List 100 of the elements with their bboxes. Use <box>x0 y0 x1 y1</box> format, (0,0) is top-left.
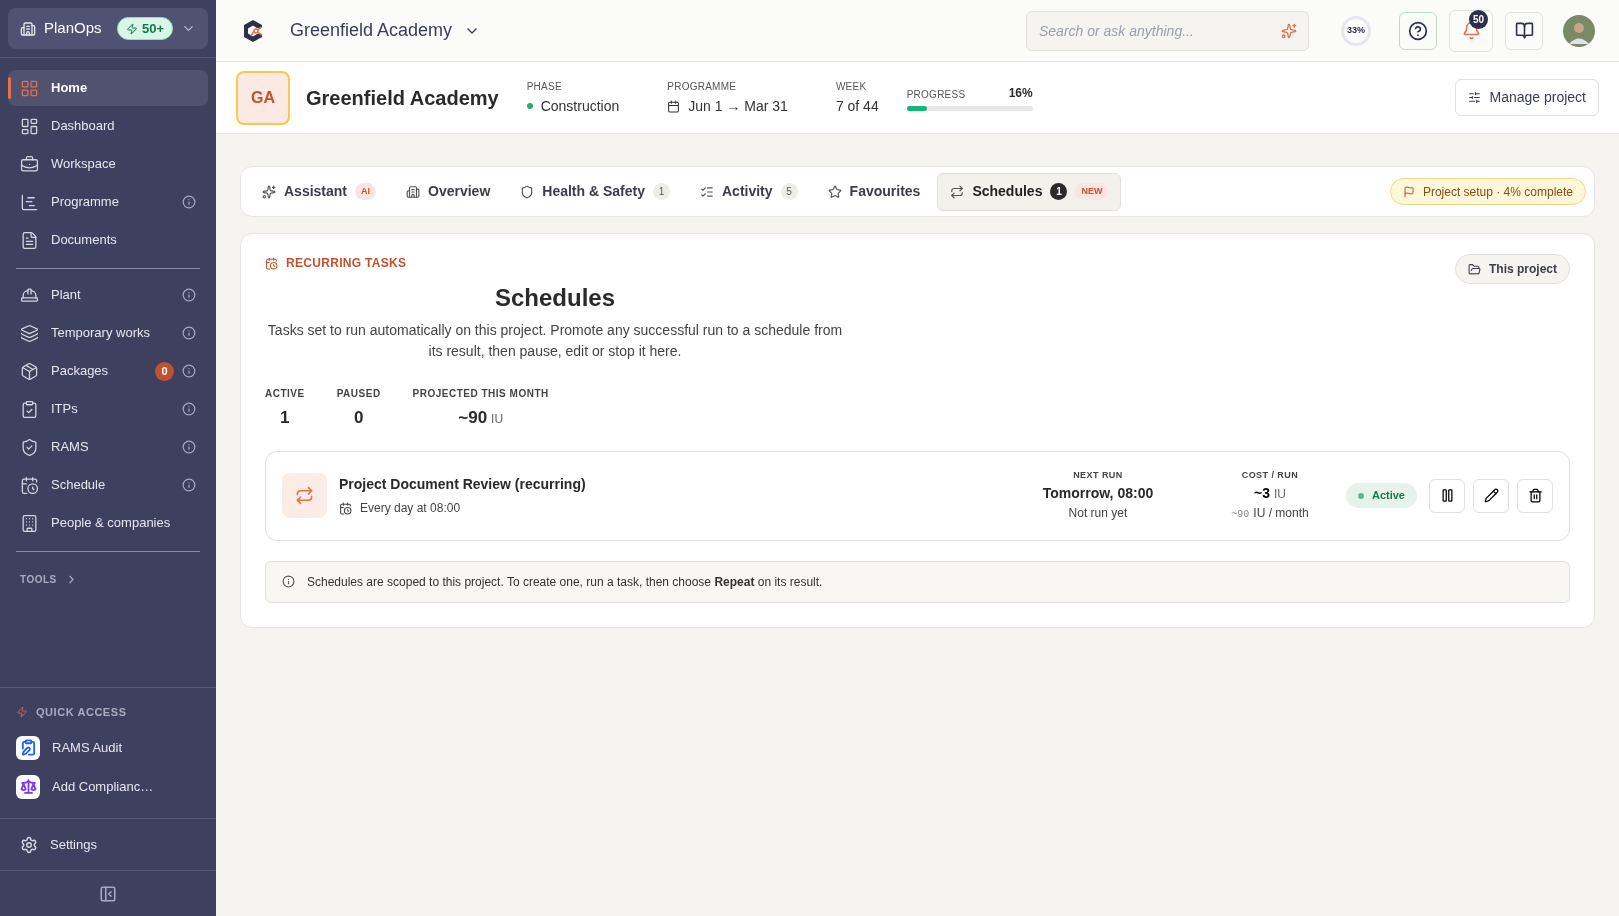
stat-unit: IU <box>491 411 504 428</box>
last-run-value: Not run yet <box>1068 504 1128 522</box>
setup-progress-pill[interactable]: Project setup · 4% complete <box>1389 178 1586 205</box>
info-icon <box>182 288 196 302</box>
folder-icon <box>1468 262 1481 276</box>
panel-description: Tasks set to run automatically on this project. Promote any successful run to a schedule from its result, then pause, edit or stop it here. <box>266 321 844 361</box>
quick-access-item[interactable]: Add Complianc… <box>12 767 204 806</box>
next-run-value: Tomorrow, 08:00 <box>1042 483 1154 503</box>
sidebar-item[interactable]: Schedule <box>8 467 208 503</box>
tab-count: 5 <box>780 183 798 200</box>
nav-icon <box>20 475 39 495</box>
info-icon <box>182 195 196 209</box>
building-icon <box>20 20 36 37</box>
notification-count: 50 <box>1469 9 1488 29</box>
sidebar-item[interactable]: Documents <box>8 222 208 258</box>
sidebar-item[interactable]: Programme <box>8 184 208 220</box>
nav-icon <box>20 399 39 419</box>
panel-title: Schedules <box>493 283 616 313</box>
delete-button[interactable] <box>1517 478 1553 513</box>
nav-icon <box>20 361 39 381</box>
cost-label: COST / RUN <box>1241 469 1299 483</box>
info-icon <box>182 326 196 340</box>
pause-icon <box>1439 488 1455 503</box>
tab[interactable]: Health & Safety 1 <box>507 172 683 211</box>
info-icon <box>182 440 196 454</box>
pencil-icon <box>1483 488 1499 503</box>
flag-icon <box>1402 185 1415 198</box>
tab-tag: AI <box>355 183 377 200</box>
programme-dates: Jun 1 → Mar 31 <box>667 95 788 117</box>
manage-project-button[interactable]: Manage project <box>1455 79 1599 116</box>
monthly-value: ~90 <box>1231 507 1250 522</box>
tab-icon <box>950 184 965 199</box>
quick-access-item[interactable]: RAMS Audit <box>12 728 204 767</box>
workspace-name: PlanOps <box>44 18 102 39</box>
stat-label: PAUSED <box>336 387 381 401</box>
nav-icon <box>20 230 39 250</box>
usage-ring: 33% <box>1341 15 1371 46</box>
scope-button[interactable]: This project <box>1455 254 1570 284</box>
phase-value: Construction <box>526 95 620 117</box>
week-value: 7 of 44 <box>835 96 879 116</box>
workspace-switcher[interactable]: PlanOps 50+ <box>8 8 208 49</box>
guide-button[interactable] <box>1505 11 1543 50</box>
tab-tag: NEW <box>1075 183 1109 200</box>
edit-button[interactable] <box>1473 478 1509 513</box>
calendar-clock-icon <box>265 256 278 270</box>
sidebar-item[interactable]: Plant <box>8 277 208 313</box>
lightning-icon <box>16 705 28 718</box>
stat-value: 0 <box>353 407 364 429</box>
tab-count: 1 <box>653 183 670 200</box>
sidebar-item[interactable]: Packages 0 <box>8 353 208 389</box>
nav-icon <box>20 323 39 343</box>
project-switcher[interactable]: Greenfield Academy <box>290 17 481 44</box>
tab[interactable]: Schedules 1 NEW <box>937 172 1122 211</box>
nav-icon <box>20 513 39 533</box>
tab-icon <box>827 184 842 199</box>
lightning-icon <box>125 22 138 35</box>
sidebar-item[interactable]: RAMS <box>8 429 208 465</box>
info-icon <box>182 478 196 492</box>
trash-icon <box>1527 488 1543 503</box>
bell-icon <box>1461 21 1481 40</box>
tab-count: 1 <box>1050 183 1068 200</box>
cost-value: ~3 <box>1254 483 1270 503</box>
pause-button[interactable] <box>1429 478 1465 513</box>
nav-icon <box>20 78 39 98</box>
stat-value: ~90 <box>458 407 488 429</box>
count-badge: 0 <box>155 361 174 381</box>
progress-reading: 16% <box>1008 85 1033 102</box>
tab[interactable]: Favourites <box>814 172 934 211</box>
project-title: Greenfield Academy <box>306 85 499 111</box>
calendar-icon <box>667 99 681 113</box>
nav-icon <box>20 192 39 212</box>
meta-label: PROGRAMME <box>667 79 738 94</box>
calendar-clock-icon <box>339 501 352 515</box>
sidebar-item[interactable]: Temporary works <box>8 315 208 351</box>
sidebar-item[interactable]: Workspace <box>8 146 208 182</box>
nav-icon <box>20 116 39 136</box>
tools-toggle[interactable]: TOOLS <box>8 572 208 587</box>
next-run-label: NEXT RUN <box>1073 469 1123 483</box>
schedule-cadence: Every day at 08:00 <box>339 499 586 517</box>
tab-icon <box>262 184 276 199</box>
nav-icon <box>20 154 39 174</box>
sidebar-item[interactable]: Dashboard <box>8 108 208 144</box>
sliders-icon <box>1468 91 1482 104</box>
tab[interactable]: Assistant AI <box>249 172 390 211</box>
repeat-icon <box>295 486 314 505</box>
tab[interactable]: Activity 5 <box>687 172 811 211</box>
info-icon <box>182 364 196 378</box>
notifications-button[interactable]: 50 <box>1449 9 1493 52</box>
settings-item[interactable]: Settings <box>12 834 105 855</box>
help-button[interactable] <box>1399 11 1437 50</box>
search-field[interactable]: Search or ask anything... <box>1026 10 1309 51</box>
sidebar-item[interactable]: Home <box>8 70 208 106</box>
tab[interactable]: Overview <box>393 172 504 211</box>
cost-unit: IU <box>1273 485 1286 503</box>
sidebar-item[interactable]: ITPs <box>8 391 208 427</box>
stat-value: 1 <box>280 407 290 429</box>
book-icon <box>1514 21 1534 40</box>
collapse-sidebar-icon[interactable] <box>99 884 117 903</box>
meta-label: PROGRESS <box>906 88 966 102</box>
sidebar-item[interactable]: People & companies <box>8 505 208 541</box>
